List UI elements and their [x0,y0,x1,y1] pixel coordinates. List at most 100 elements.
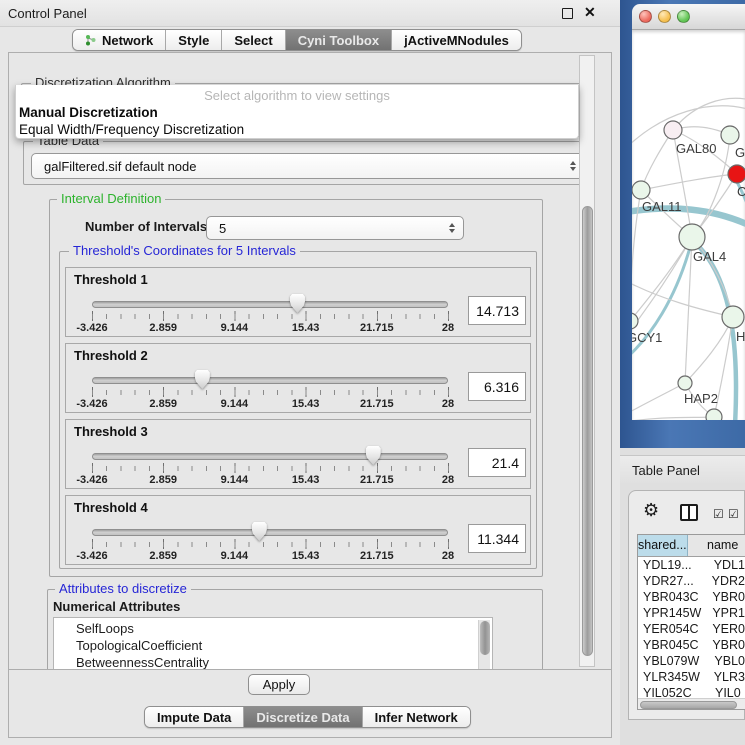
tab-jactivemnodules[interactable]: jActiveMNodules [391,30,521,50]
tab-infer-network[interactable]: Infer Network [362,707,470,727]
network-node-label: GAL80 [676,141,716,156]
threshold-slider-track[interactable] [92,529,448,536]
tab-style[interactable]: Style [165,30,221,50]
apply-button[interactable]: Apply [248,674,310,695]
threshold-label: Threshold 2 [74,348,148,363]
table-cell: YBR0 [708,589,745,605]
slider-tick-label: 9.144 [221,398,249,410]
table-data-combo-value: galFiltered.sif default node [32,159,196,174]
attribute-list-item[interactable]: SelfLoops [54,620,492,637]
network-node[interactable] [706,409,722,420]
network-node[interactable] [632,313,638,329]
numerical-attributes-list[interactable]: SelfLoopsTopologicalCoefficientBetweenne… [53,617,493,669]
attributes-list-scrollbar[interactable] [478,620,490,669]
table-row[interactable]: YBR045CYBR0 [638,637,745,653]
zoom-traffic-light[interactable] [677,10,690,23]
table-row[interactable]: YDR27...YDR2 [638,573,745,589]
table-row[interactable]: YLR345WYLR3 [638,669,745,685]
tab-impute-data[interactable]: Impute Data [145,707,243,727]
control-panel-window: Control Panel Network Style Select Cyni … [0,0,620,745]
network-node[interactable] [722,306,744,328]
threshold-slider-track[interactable] [92,377,448,384]
table-row[interactable]: YBR043CYBR0 [638,589,745,605]
node-table: shared... name YDL19...YDL1YDR27...YDR2Y… [637,534,745,710]
slider-scale-labels: -3.4262.8599.14415.4321.71528 [92,474,448,487]
close-panel-icon[interactable] [584,4,600,22]
threshold-value-field[interactable] [468,296,526,325]
tab-cyni-toolbox[interactable]: Cyni Toolbox [285,30,391,50]
slider-tick-label: 2.859 [149,398,177,410]
column-header-name[interactable]: name [688,535,745,556]
network-node[interactable] [679,224,705,250]
network-node-label: GA [735,145,745,160]
table-horizontal-scrollbar[interactable] [638,698,745,709]
column-header-shared-name[interactable]: shared... [638,535,688,556]
slider-tick-label: 21.715 [360,322,394,334]
table-row[interactable]: YER054CYER0 [638,621,745,637]
table-panel-titlebar: Table Panel [620,455,745,483]
slider-tick-label: 21.715 [360,474,394,486]
dropdown-option-manual-discretization[interactable]: Manual Discretization [19,105,575,120]
number-of-intervals-value: 5 [207,221,226,236]
scrollbar-thumb[interactable] [582,206,593,656]
cyni-scroll-area: Discretization Algorithm Select algorith… [9,53,611,669]
combo-stepper-icon [449,223,455,233]
select-all-checkbox-icon[interactable] [728,507,739,521]
network-node[interactable] [664,121,682,139]
network-view-window: GAL80GACGAL11GAL4GCY1HHAP2 [620,0,745,448]
tab-select[interactable]: Select [221,30,284,50]
threshold-slider-thumb[interactable] [366,446,381,465]
tab-network[interactable]: Network [73,30,165,50]
algorithm-dropdown-popup: Select algorithm to view settings Manual… [15,85,579,139]
table-cell: YDL19... [638,557,710,573]
select-columns-checkbox-icon[interactable] [713,507,724,521]
threshold-row-4: Threshold 4 -3.4262.8599.14415.4321.7152… [65,495,531,565]
table-cell: YDL1 [710,557,745,573]
attribute-list-item[interactable]: BetweennessCentrality [54,654,492,669]
top-tab-bar: Network Style Select Cyni Toolbox jActiv… [72,29,522,51]
interval-definition-group-title: Interval Definition [57,191,165,206]
tab-discretize-data[interactable]: Discretize Data [243,707,361,727]
slider-tick-label: -3.426 [76,550,107,562]
network-node[interactable] [632,181,650,199]
slider-tick-label: 9.144 [221,474,249,486]
scrollbar-thumb[interactable] [480,621,490,655]
float-window-icon[interactable] [562,8,573,19]
table-cell: YPR145W [638,605,708,621]
network-node[interactable] [721,126,739,144]
network-node-label: GAL4 [693,249,726,264]
slider-scale-labels: -3.4262.8599.14415.4321.71528 [92,322,448,335]
network-window-titlebar[interactable] [632,4,745,30]
table-row[interactable]: YPR145WYPR1 [638,605,745,621]
number-of-intervals-combo[interactable]: 5 [206,216,464,240]
table-row[interactable]: YBL079WYBL0 [638,653,745,669]
table-cell: YPR1 [708,605,745,621]
settings-gear-icon[interactable] [643,502,659,520]
panel-vertical-scrollbar[interactable] [579,55,595,667]
tab-label: Cyni Toolbox [298,33,379,48]
network-canvas[interactable]: GAL80GACGAL11GAL4GCY1HHAP2 [632,30,745,420]
attribute-list-item[interactable]: TopologicalCoefficient [54,637,492,654]
threshold-label: Threshold 3 [74,424,148,439]
close-traffic-light[interactable] [639,10,652,23]
split-columns-icon[interactable] [680,504,698,521]
threshold-slider-thumb[interactable] [195,370,210,389]
table-data-combo[interactable]: galFiltered.sif default node [31,153,585,179]
threshold-value-field[interactable] [468,372,526,401]
scrollbar-thumb[interactable] [640,701,737,709]
slider-tick-label: -3.426 [76,322,107,334]
network-node[interactable] [678,376,692,390]
threshold-slider-track[interactable] [92,301,448,308]
slider-tick-label: 28 [442,398,454,410]
threshold-slider-thumb[interactable] [252,522,267,541]
minimize-traffic-light[interactable] [658,10,671,23]
table-row[interactable]: YDL19...YDL1 [638,557,745,573]
threshold-value-field[interactable] [468,448,526,477]
threshold-slider-thumb[interactable] [290,294,305,313]
threshold-slider-track[interactable] [92,453,448,460]
table-cell: YDR2 [708,573,745,589]
threshold-value-field[interactable] [468,524,526,553]
dropdown-option-equal-width-frequency[interactable]: Equal Width/Frequency Discretization [19,122,575,137]
numerical-attributes-label: Numerical Attributes [53,599,180,614]
network-node[interactable] [728,165,745,183]
